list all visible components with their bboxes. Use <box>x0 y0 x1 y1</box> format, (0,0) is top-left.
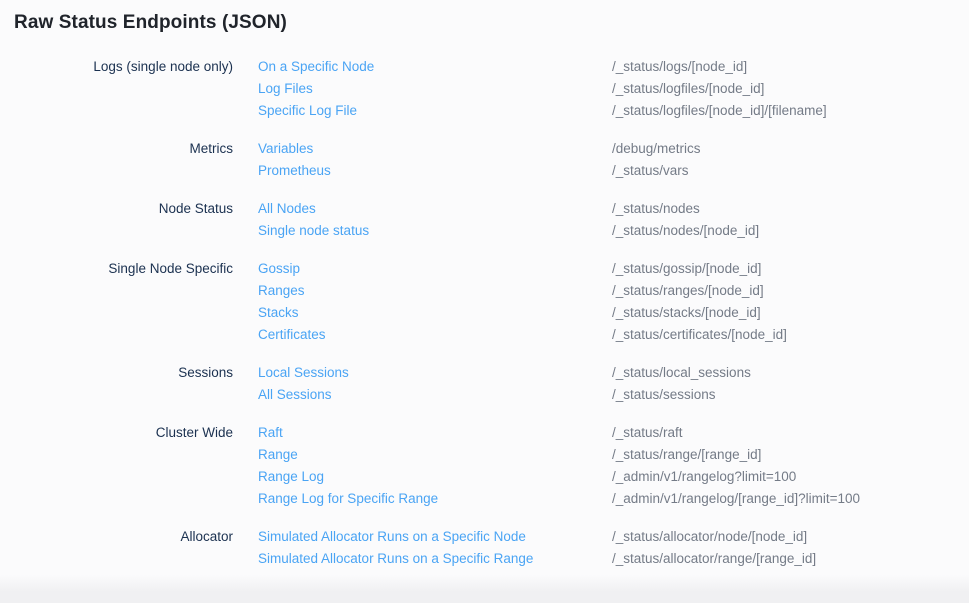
debug-endpoints-page: Raw Status Endpoints (JSON) Logs (single… <box>0 0 969 603</box>
endpoint-path: /_status/raft <box>612 422 969 444</box>
section-category-label: Metrics <box>14 138 258 160</box>
endpoint-section: Single Node Specific GossipRangesStacksC… <box>14 258 969 346</box>
section-links-column: RaftRangeRange LogRange Log for Specific… <box>258 422 612 510</box>
endpoint-path: /_status/vars <box>612 160 969 182</box>
section-category-label: Single Node Specific <box>14 258 258 280</box>
endpoint-path: /debug/metrics <box>612 138 969 160</box>
section-links-column: Simulated Allocator Runs on a Specific N… <box>258 526 612 570</box>
section-paths-column: /_status/logs/[node_id]/_status/logfiles… <box>612 56 969 122</box>
endpoint-link[interactable]: Range Log for Specific Range <box>258 488 438 510</box>
endpoint-path: /_status/range/[range_id] <box>612 444 969 466</box>
endpoint-path: /_status/sessions <box>612 384 969 406</box>
section-paths-column: /_status/raft/_status/range/[range_id]/_… <box>612 422 969 510</box>
section-category-label: Allocator <box>14 526 258 548</box>
endpoint-section: Node Status All NodesSingle node status … <box>14 198 969 242</box>
section-paths-column: /_status/allocator/node/[node_id]/_statu… <box>612 526 969 570</box>
endpoint-path: /_status/allocator/node/[node_id] <box>612 526 969 548</box>
section-paths-column: /debug/metrics/_status/vars <box>612 138 969 182</box>
endpoint-path: /_status/nodes/[node_id] <box>612 220 969 242</box>
section-links-column: GossipRangesStacksCertificates <box>258 258 612 346</box>
endpoint-link[interactable]: Certificates <box>258 324 326 346</box>
endpoint-path: /_status/logfiles/[node_id] <box>612 78 969 100</box>
section-paths-column: /_status/gossip/[node_id]/_status/ranges… <box>612 258 969 346</box>
section-category-label: Sessions <box>14 362 258 384</box>
endpoint-link[interactable]: On a Specific Node <box>258 56 374 78</box>
section-paths-column: /_status/nodes/_status/nodes/[node_id] <box>612 198 969 242</box>
section-category-label: Cluster Wide <box>14 422 258 444</box>
section-paths-column: /_status/local_sessions/_status/sessions <box>612 362 969 406</box>
endpoint-path: /_status/logfiles/[node_id]/[filename] <box>612 100 969 122</box>
endpoint-section: Cluster Wide RaftRangeRange LogRange Log… <box>14 422 969 510</box>
section-links-column: On a Specific NodeLog FilesSpecific Log … <box>258 56 612 122</box>
endpoint-path: /_status/ranges/[node_id] <box>612 280 969 302</box>
endpoint-link[interactable]: Simulated Allocator Runs on a Specific R… <box>258 548 533 570</box>
endpoint-link[interactable]: Raft <box>258 422 283 444</box>
endpoint-link[interactable]: Simulated Allocator Runs on a Specific N… <box>258 526 526 548</box>
endpoint-path: /_admin/v1/rangelog/[range_id]?limit=100 <box>612 488 969 510</box>
endpoint-path: /_status/allocator/range/[range_id] <box>612 548 969 570</box>
section-links-column: Local SessionsAll Sessions <box>258 362 612 406</box>
endpoint-link[interactable]: Stacks <box>258 302 299 324</box>
endpoint-link[interactable]: Range Log <box>258 466 324 488</box>
endpoint-section: Logs (single node only) On a Specific No… <box>14 56 969 122</box>
endpoint-section: Allocator Simulated Allocator Runs on a … <box>14 526 969 570</box>
endpoint-link[interactable]: Range <box>258 444 298 466</box>
endpoint-link[interactable]: Log Files <box>258 78 313 100</box>
endpoint-section: Sessions Local SessionsAll Sessions /_st… <box>14 362 969 406</box>
section-links-column: All NodesSingle node status <box>258 198 612 242</box>
endpoint-link[interactable]: Variables <box>258 138 313 160</box>
footer-strip <box>0 575 969 603</box>
page-title: Raw Status Endpoints (JSON) <box>14 12 287 34</box>
endpoint-path: /_status/gossip/[node_id] <box>612 258 969 280</box>
endpoint-path: /_status/certificates/[node_id] <box>612 324 969 346</box>
endpoint-link[interactable]: All Sessions <box>258 384 332 406</box>
endpoint-link[interactable]: Local Sessions <box>258 362 349 384</box>
endpoint-path: /_status/local_sessions <box>612 362 969 384</box>
section-links-column: VariablesPrometheus <box>258 138 612 182</box>
endpoints-table: Logs (single node only) On a Specific No… <box>14 56 969 586</box>
endpoint-section: Metrics VariablesPrometheus /debug/metri… <box>14 138 969 182</box>
endpoint-link[interactable]: Ranges <box>258 280 305 302</box>
endpoint-link[interactable]: Specific Log File <box>258 100 357 122</box>
endpoint-link[interactable]: Gossip <box>258 258 300 280</box>
endpoint-path: /_status/logs/[node_id] <box>612 56 969 78</box>
endpoint-link[interactable]: All Nodes <box>258 198 316 220</box>
endpoint-link[interactable]: Single node status <box>258 220 369 242</box>
endpoint-path: /_status/stacks/[node_id] <box>612 302 969 324</box>
endpoint-path: /_status/nodes <box>612 198 969 220</box>
section-category-label: Node Status <box>14 198 258 220</box>
section-category-label: Logs (single node only) <box>14 56 258 78</box>
endpoint-link[interactable]: Prometheus <box>258 160 331 182</box>
endpoint-path: /_admin/v1/rangelog?limit=100 <box>612 466 969 488</box>
